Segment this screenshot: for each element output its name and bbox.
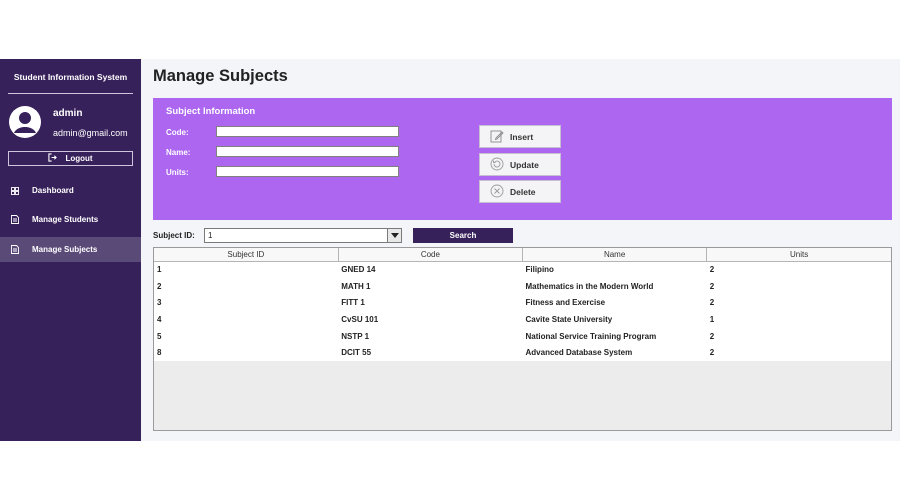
logout-button[interactable]: Logout: [8, 151, 133, 166]
insert-button[interactable]: Insert: [479, 125, 561, 148]
sidebar-item-label: Manage Students: [32, 215, 99, 224]
dashboard-grid-icon: [11, 186, 23, 195]
cell-units: 2: [709, 281, 715, 291]
search-button[interactable]: Search: [413, 228, 513, 243]
cell-subject-id: 2: [157, 281, 162, 291]
cell-name: Filipino: [525, 265, 554, 275]
cell-name: Mathematics in the Modern World: [525, 281, 654, 291]
sidebar-divider: [8, 93, 133, 94]
code-field[interactable]: [216, 126, 399, 137]
cell-units: 2: [709, 298, 715, 308]
avatar-icon: [9, 106, 41, 138]
table-row[interactable]: 5 NSTP 1 National Service Training Progr…: [154, 327, 891, 345]
system-title: Student Information System: [13, 72, 128, 82]
subject-id-label: Subject ID:: [153, 231, 195, 240]
page-title: Manage Subjects: [153, 67, 288, 85]
column-header-units[interactable]: Units: [706, 248, 891, 262]
cell-subject-id: 1: [157, 265, 162, 275]
cell-subject-id: 3: [157, 298, 162, 308]
sidebar: Student Information System admin admin@g…: [0, 59, 141, 441]
table-row[interactable]: 1 GNED 14 Filipino 2: [154, 261, 891, 278]
cell-code: NSTP 1: [341, 331, 370, 341]
cell-units: 2: [709, 348, 715, 358]
table-header-row: Subject ID Code Name Units: [154, 248, 891, 262]
sidebar-item-manage-students[interactable]: Manage Students: [0, 207, 141, 232]
delete-label: Delete: [510, 186, 536, 197]
subject-information-panel: Subject Information Code: Name: Units: I…: [153, 98, 892, 220]
logout-label: Logout: [65, 154, 93, 163]
subject-id-selected-value: 1: [208, 231, 213, 240]
table-row[interactable]: 4 CvSU 101 Cavite State University 1: [154, 311, 891, 328]
units-label: Units:: [166, 168, 189, 177]
table-row[interactable]: 8 DCIT 55 Advanced Database System 2: [154, 344, 891, 362]
cell-units: 2: [709, 265, 715, 275]
column-header-name[interactable]: Name: [522, 248, 708, 262]
subject-id-select[interactable]: 1: [204, 228, 402, 243]
update-label: Update: [510, 159, 539, 170]
cell-units: 2: [709, 331, 715, 341]
user-email: admin@gmail.com: [53, 128, 128, 138]
main-content: Manage Subjects Subject Information Code…: [141, 59, 900, 441]
cell-code: CvSU 101: [341, 314, 379, 324]
sidebar-item-manage-subjects[interactable]: Manage Subjects: [0, 237, 141, 262]
update-button[interactable]: Update: [479, 153, 561, 176]
cell-name: National Service Training Program: [525, 331, 657, 341]
cell-units: 1: [709, 314, 715, 324]
cell-name: Fitness and Exercise: [525, 298, 606, 308]
cell-subject-id: 8: [157, 348, 162, 358]
name-label: Name:: [166, 148, 191, 157]
insert-label: Insert: [510, 131, 534, 142]
delete-icon: [490, 184, 504, 200]
subjects-table: Subject ID Code Name Units 1 GNED 14 Fil…: [153, 247, 892, 431]
cell-name: Advanced Database System: [525, 348, 633, 358]
panel-title: Subject Information: [166, 106, 256, 117]
sidebar-item-dashboard[interactable]: Dashboard: [0, 178, 141, 203]
cell-code: MATH 1: [341, 281, 371, 291]
refresh-icon: [490, 157, 504, 173]
logout-icon: [48, 153, 58, 164]
delete-button[interactable]: Delete: [479, 180, 561, 203]
cell-code: GNED 14: [341, 265, 376, 275]
sidebar-item-label: Dashboard: [32, 186, 74, 195]
cell-subject-id: 5: [157, 331, 162, 341]
cell-name: Cavite State University: [525, 314, 613, 324]
table-row[interactable]: 2 MATH 1 Mathematics in the Modern World…: [154, 277, 891, 295]
table-row[interactable]: 3 FITT 1 Fitness and Exercise 2: [154, 294, 891, 312]
cell-code: FITT 1: [341, 298, 365, 308]
chevron-down-icon[interactable]: [387, 229, 401, 242]
column-header-code[interactable]: Code: [338, 248, 524, 262]
app-window: Student Information System admin admin@g…: [0, 59, 900, 441]
column-header-subject-id[interactable]: Subject ID: [154, 248, 339, 262]
cell-subject-id: 4: [157, 314, 162, 324]
cell-code: DCIT 55: [341, 348, 372, 358]
code-label: Code:: [166, 128, 189, 137]
sidebar-item-label: Manage Subjects: [32, 245, 98, 254]
name-field[interactable]: [216, 146, 399, 157]
units-field[interactable]: [216, 166, 399, 177]
document-icon: [11, 215, 23, 224]
edit-icon: [490, 129, 504, 145]
user-name: admin: [53, 108, 83, 119]
document-icon: [11, 245, 23, 254]
